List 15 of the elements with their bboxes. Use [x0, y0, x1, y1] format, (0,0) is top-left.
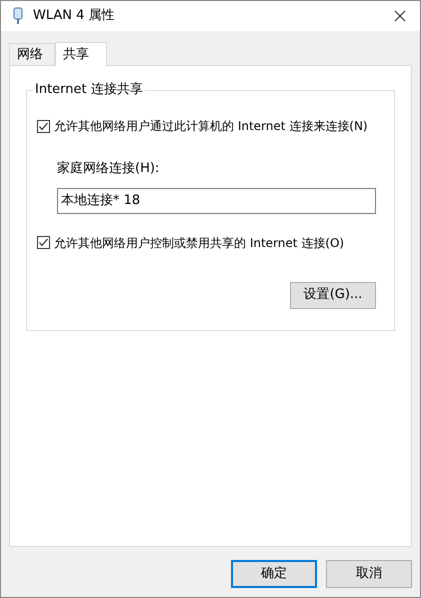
home-network-field[interactable]: 本地连接* 18 [57, 188, 376, 214]
tab[interactable]: 共享 [55, 42, 107, 66]
checkbox-label: 允许其他网络用户通过此计算机的 Internet 连接来连接(N) [54, 118, 368, 135]
close-icon[interactable] [394, 10, 406, 22]
window-title: WLAN 4 属性 [33, 7, 115, 26]
dialog-button[interactable]: 取消 [326, 560, 412, 588]
checkbox[interactable] [37, 120, 50, 132]
field-label: 家庭网络连接(H): [57, 160, 160, 178]
tab[interactable]: 网络 [9, 43, 55, 65]
settings-button[interactable]: 设置(G)... [290, 282, 376, 308]
network-adapter-icon [13, 7, 23, 25]
checkbox-label: 允许其他网络用户控制或禁用共享的 Internet 连接(O) [54, 234, 344, 252]
dialog-button[interactable]: 确定 [231, 560, 317, 588]
group-title: Internet 连接共享 [33, 82, 145, 98]
checkbox[interactable] [37, 236, 50, 249]
